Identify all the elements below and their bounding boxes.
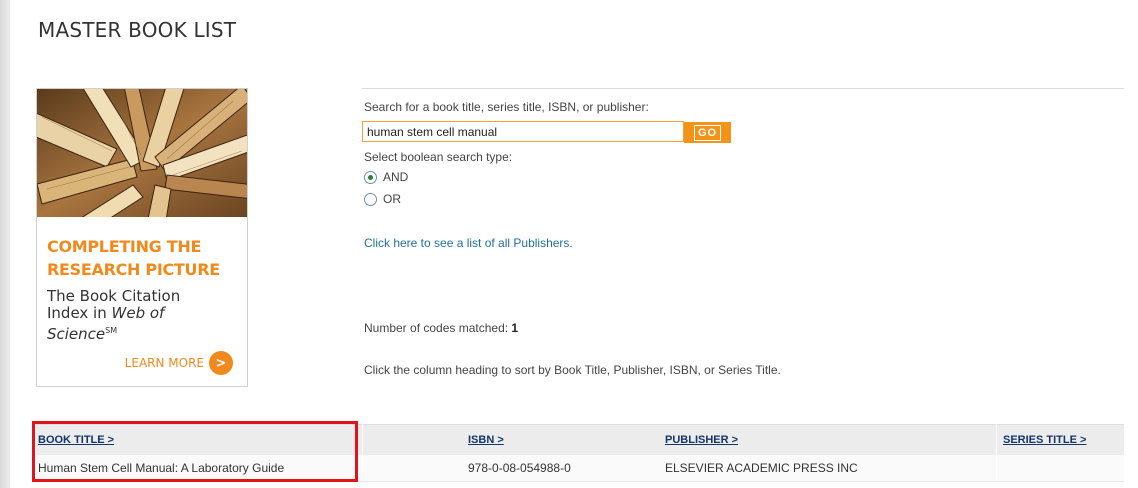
arrow-circle-icon: > <box>209 351 233 375</box>
column-series-title[interactable]: SERIES TITLE > <box>1003 434 1086 446</box>
learn-more-button[interactable]: LEARN MORE > <box>125 351 233 375</box>
ad-headline-line: COMPLETING THE <box>47 237 202 256</box>
matched-value: 1 <box>511 321 519 335</box>
table-header: BOOK TITLE > ISBN > PUBLISHER > SERIES T… <box>36 424 1124 455</box>
cell-publisher: ELSEVIER ACADEMIC PRESS INC <box>665 461 858 475</box>
cell-book-title: Human Stem Cell Manual: A Laboratory Gui… <box>38 461 285 475</box>
cell-isbn: 978-0-08-054988-0 <box>468 461 571 475</box>
radio-and[interactable] <box>364 170 377 184</box>
column-divider <box>362 424 363 480</box>
column-divider <box>996 424 997 480</box>
matched-count: Number of codes matched: 1 <box>364 321 518 335</box>
column-book-title[interactable]: BOOK TITLE > <box>38 434 114 446</box>
boolean-label: Select boolean search type: <box>364 150 513 164</box>
go-button[interactable]: GO <box>684 122 731 143</box>
radio-option-or[interactable]: OR <box>364 192 401 206</box>
matched-label: Number of codes matched: <box>364 321 509 335</box>
ad-body-line: Index in Web of <box>47 305 242 322</box>
left-rail <box>0 0 10 488</box>
ad-body-line: ScienceSM <box>47 322 242 343</box>
ad-body-italic: Science <box>47 325 106 343</box>
sort-hint: Click the column heading to sort by Book… <box>364 363 781 377</box>
ad-body-italic: Web of <box>111 304 165 322</box>
results-table: BOOK TITLE > ISBN > PUBLISHER > SERIES T… <box>36 424 1124 482</box>
radio-and-label: AND <box>383 170 409 184</box>
learn-more-label: LEARN MORE <box>124 356 204 370</box>
ad-body-line: The Book Citation <box>47 287 181 305</box>
column-publisher[interactable]: PUBLISHER > <box>665 434 738 446</box>
books-image <box>37 89 247 238</box>
ad-banner[interactable]: COMPLETING THE RESEARCH PICTURE The Book… <box>36 88 248 387</box>
search-label: Search for a book title, series title, I… <box>364 100 649 114</box>
radio-or-label: OR <box>383 192 401 206</box>
ad-body: The Book Citation Index in Web of Scienc… <box>47 288 242 343</box>
ad-headline-line: RESEARCH PICTURE <box>47 260 220 279</box>
all-publishers-link[interactable]: Click here to see a list of all Publishe… <box>364 236 573 250</box>
page-title: MASTER BOOK LIST <box>38 18 237 42</box>
column-isbn[interactable]: ISBN > <box>468 434 504 446</box>
go-button-label: GO <box>693 124 722 141</box>
ad-body-text: Index in <box>47 304 112 322</box>
radio-option-and[interactable]: AND <box>364 170 408 184</box>
panel-divider <box>362 88 1124 89</box>
ad-headline: COMPLETING THE RESEARCH PICTURE <box>47 235 247 281</box>
search-input[interactable] <box>362 121 684 142</box>
table-row[interactable]: Human Stem Cell Manual: A Laboratory Gui… <box>36 455 1124 482</box>
radio-or[interactable] <box>364 192 377 206</box>
service-mark: SM <box>105 326 118 335</box>
